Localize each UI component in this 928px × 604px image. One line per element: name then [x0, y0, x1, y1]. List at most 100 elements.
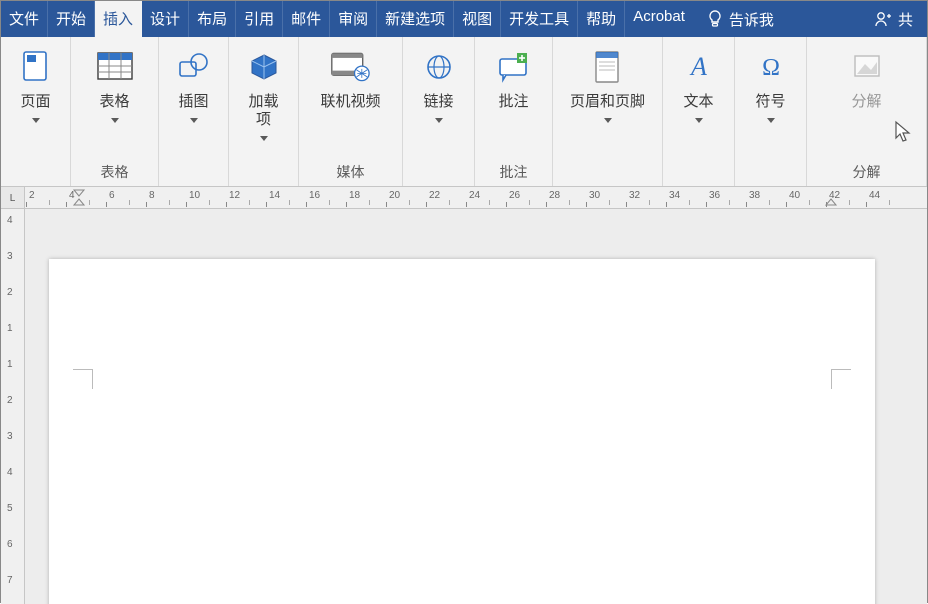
tab-acrobat[interactable]: Acrobat [625, 1, 693, 37]
ruler-v-tick: 2 [7, 395, 13, 406]
ruler-h-tick: 12 [229, 190, 240, 201]
text-button[interactable]: A 文本 [669, 45, 729, 131]
group-comments: 批注 批注 [475, 37, 553, 186]
online-video-button[interactable]: 联机视频 [310, 45, 390, 113]
ruler-h-tick: 20 [389, 190, 400, 201]
ruler-v-tick: 5 [7, 503, 13, 514]
ruler-h-tick: 4 [69, 190, 75, 201]
ruler-h-tick: 14 [269, 190, 280, 201]
chevron-down-icon [32, 118, 40, 123]
margin-corner-tl [73, 369, 93, 389]
tell-me[interactable]: 告诉我 [693, 1, 788, 37]
ruler-corner[interactable]: L [1, 187, 25, 209]
tab-mailings[interactable]: 邮件 [283, 1, 330, 37]
group-label-media: 媒体 [337, 158, 365, 182]
table-label: 表格 [99, 93, 129, 110]
chevron-down-icon [190, 118, 198, 123]
shapes-icon [174, 47, 214, 87]
ruler-h-tick: 24 [469, 190, 480, 201]
lightbulb-icon [707, 10, 723, 28]
page[interactable] [49, 259, 875, 604]
table-button[interactable]: 表格 [85, 45, 145, 131]
ruler-h-tick: 40 [789, 190, 800, 201]
group-label-tables: 表格 [101, 158, 129, 182]
tell-me-label: 告诉我 [729, 9, 774, 30]
ruler-h-tick: 18 [349, 190, 360, 201]
tab-view[interactable]: 视图 [454, 1, 501, 37]
chevron-down-icon [767, 118, 775, 123]
ruler-h-tick: 2 [29, 190, 35, 201]
group-pages: 页面 [1, 37, 71, 186]
links-label: 链接 [423, 93, 453, 110]
tab-references[interactable]: 引用 [236, 1, 283, 37]
chevron-down-icon [260, 136, 268, 141]
group-decompose: 分解 分解 [807, 37, 927, 186]
ruler-v-tick: 3 [7, 251, 13, 262]
illustrations-button[interactable]: 插图 [164, 45, 224, 131]
ruler-h-tick: 10 [189, 190, 200, 201]
text-label: 文本 [683, 93, 713, 110]
pages-button[interactable]: 页面 [6, 45, 66, 131]
addins-button[interactable]: 加载项 [234, 45, 294, 149]
group-headerfooter: 页眉和页脚 [553, 37, 663, 186]
ruler-v-tick: 7 [7, 575, 13, 586]
addins-label: 加载项 [248, 93, 278, 128]
symbols-label: 符号 [755, 93, 785, 110]
ruler-h-tick: 36 [709, 190, 720, 201]
ruler-h-tick: 34 [669, 190, 680, 201]
ruler-h-tick: 30 [589, 190, 600, 201]
document-area[interactable] [25, 209, 927, 604]
workarea: 43211234567 [1, 209, 927, 604]
group-symbols: Ω 符号 [735, 37, 807, 186]
online-video-label: 联机视频 [320, 93, 380, 110]
tab-insert[interactable]: 插入 [95, 1, 142, 37]
ruler-vertical[interactable]: 43211234567 [1, 209, 25, 604]
link-icon [419, 47, 459, 87]
table-icon [95, 47, 135, 87]
share-button[interactable]: 共 [860, 1, 927, 37]
margin-corner-tr [831, 369, 851, 389]
text-icon: A [679, 47, 719, 87]
group-label-comments: 批注 [500, 158, 528, 182]
group-addins: 加载项 [229, 37, 299, 186]
header-footer-icon [587, 47, 627, 87]
tab-file[interactable]: 文件 [1, 1, 48, 37]
ruler-h-tick: 22 [429, 190, 440, 201]
comment-button[interactable]: 批注 [484, 45, 544, 113]
decompose-button[interactable]: 分解 [837, 45, 897, 113]
ruler-v-tick: 1 [7, 323, 13, 334]
chevron-down-icon [604, 118, 612, 123]
online-video-icon [330, 47, 370, 87]
ruler-v-tick: 4 [7, 215, 13, 226]
illustrations-label: 插图 [178, 93, 208, 110]
header-footer-label: 页眉和页脚 [570, 93, 645, 110]
svg-text:A: A [689, 52, 707, 81]
tab-help[interactable]: 帮助 [578, 1, 625, 37]
ruler-h-tick: 26 [509, 190, 520, 201]
svg-text:Ω: Ω [762, 55, 780, 81]
share-icon [874, 10, 892, 28]
tab-developer[interactable]: 开发工具 [501, 1, 578, 37]
ruler-h-tick: 28 [549, 190, 560, 201]
chevron-down-icon [435, 118, 443, 123]
ribbon: 页面 表格 表格 插图 加载项 [1, 37, 927, 187]
ruler-h-tick: 42 [829, 190, 840, 201]
tab-home[interactable]: 开始 [48, 1, 95, 37]
decompose-label: 分解 [851, 93, 881, 110]
ruler-v-tick: 4 [7, 467, 13, 478]
header-footer-button[interactable]: 页眉和页脚 [560, 45, 655, 131]
chevron-down-icon [695, 118, 703, 123]
group-tables: 表格 表格 [71, 37, 159, 186]
tab-design[interactable]: 设计 [142, 1, 189, 37]
share-label: 共 [898, 9, 913, 30]
ruler-h-tick: 16 [309, 190, 320, 201]
ruler-horizontal[interactable]: L 24681012141618202224262830323436384042… [1, 187, 927, 209]
ruler-h-tick: 38 [749, 190, 760, 201]
tab-newoption[interactable]: 新建选项 [377, 1, 454, 37]
links-button[interactable]: 链接 [409, 45, 469, 131]
omega-icon: Ω [751, 47, 791, 87]
tab-review[interactable]: 审阅 [330, 1, 377, 37]
symbols-button[interactable]: Ω 符号 [741, 45, 801, 131]
tab-layout[interactable]: 布局 [189, 1, 236, 37]
cursor-icon [894, 120, 914, 149]
